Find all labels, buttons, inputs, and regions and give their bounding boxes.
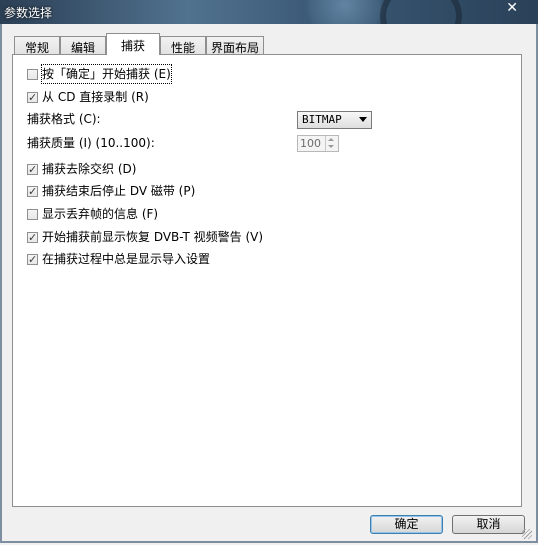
capture-format-value: BITMAP [302,113,342,126]
dvbt-warning-label: 开始捕获前显示恢复 DVB-T 视频警告 (V) [42,230,264,244]
title-decoration [300,0,390,24]
stop-dv-tape-label: 捕获结束后停止 DV 磁带 (P) [42,184,196,198]
capture-panel: 按「确定」开始捕获 (E) 从 CD 直接录制 (R) 捕获格式 (C): BI… [12,54,522,507]
show-dropped-frames-label: 显示丢弃帧的信息 (F) [42,207,159,221]
preferences-dialog: 常规 编辑 捕获 性能 界面布局 按「确定」开始捕获 (E) 从 CD 直接录制… [0,24,538,543]
capture-quality-label: 捕获质量 (I) (10..100): [27,136,155,150]
stepper-down-icon[interactable] [328,145,334,148]
record-from-cd-option[interactable]: 从 CD 直接录制 (R) [27,88,149,107]
dvbt-warning-checkbox[interactable] [27,229,38,247]
show-dropped-frames-option[interactable]: 显示丢弃帧的信息 (F) [27,205,158,223]
press-ok-to-start-option[interactable]: 按「确定」开始捕获 (E) [27,64,172,84]
title-bar: 参数选择 ✕ [0,0,538,24]
cancel-button[interactable]: 取消 [452,515,525,534]
dvbt-warning-option[interactable]: 开始捕获前显示恢复 DVB-T 视频警告 (V) [27,228,264,247]
capture-quality-stepper[interactable]: 100 [297,135,339,152]
deinterlace-label: 捕获去除交织 (D) [42,162,137,176]
close-icon[interactable]: ✕ [506,0,518,16]
record-from-cd-label: 从 CD 直接录制 (R) [42,90,149,104]
window-title: 参数选择 [4,6,53,20]
record-from-cd-checkbox[interactable] [27,89,38,107]
stepper-up-icon[interactable] [328,138,334,141]
show-dropped-frames-checkbox[interactable] [27,208,38,220]
capture-format-label: 捕获格式 (C): [27,112,101,126]
tab-layout[interactable]: 界面布局 [206,36,264,55]
show-import-settings-option[interactable]: 在捕获过程中总是显示导入设置 [27,250,211,269]
capture-format-select[interactable]: BITMAP [297,111,372,129]
capture-quality-row: 捕获质量 (I) (10..100): [27,134,155,152]
tab-performance[interactable]: 性能 [160,36,206,55]
stop-dv-tape-option[interactable]: 捕获结束后停止 DV 磁带 (P) [27,182,196,201]
show-import-settings-checkbox[interactable] [27,251,38,269]
tab-edit[interactable]: 编辑 [60,36,106,55]
deinterlace-checkbox[interactable] [27,161,38,179]
tab-general[interactable]: 常规 [14,36,60,55]
show-import-settings-label: 在捕获过程中总是显示导入设置 [42,252,211,266]
ok-button[interactable]: 确定 [370,515,443,534]
press-ok-to-start-checkbox[interactable] [27,68,38,80]
stop-dv-tape-checkbox[interactable] [27,183,38,201]
press-ok-to-start-label: 按「确定」开始捕获 (E) [41,64,172,84]
title-decoration-ring [380,0,462,24]
stepper-buttons[interactable] [325,136,338,151]
resize-grip[interactable] [522,529,532,539]
chevron-down-icon [359,117,367,122]
capture-quality-value: 100 [300,137,321,150]
tab-capture[interactable]: 捕获 [106,33,160,55]
deinterlace-option[interactable]: 捕获去除交织 (D) [27,160,137,179]
capture-format-row: 捕获格式 (C): [27,110,101,128]
